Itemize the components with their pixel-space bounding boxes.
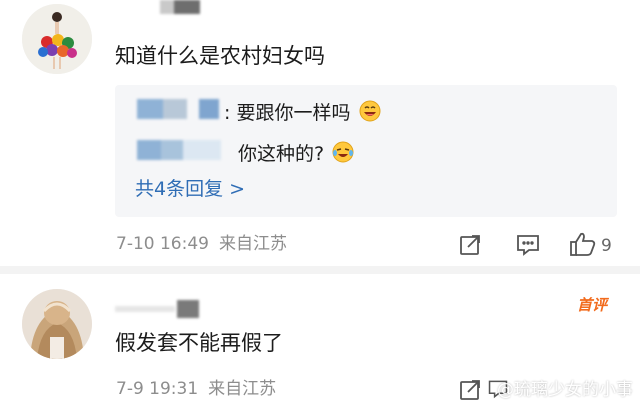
reply-line: 你这种的? [238,141,354,167]
view-all-replies-link[interactable]: 共4条回复 > [135,180,245,199]
reply-username-blurred[interactable] [137,97,222,119]
user-avatar-image [22,289,92,359]
comment-text: 假发套不能再假了 [115,331,283,355]
avatar[interactable] [22,4,92,74]
like-icon[interactable] [569,231,597,257]
watermark: @琉璃少女的小事 [497,380,633,400]
comment-meta: 7-9 19:31 来自江苏 [116,381,286,398]
avatar[interactable] [22,289,92,359]
reply-username-blurred[interactable] [137,139,227,161]
user-avatar-image [22,4,92,74]
laughing-face-icon [359,100,381,126]
comment-date: 7-10 16:49 [116,234,209,254]
first-comment-badge: 首评 [577,296,608,314]
comment-icon[interactable] [515,233,541,257]
comment-text: 知道什么是农村妇女吗 [115,44,325,68]
divider [0,266,640,274]
reply-text: 你这种的? [238,143,325,165]
share-icon[interactable] [458,378,482,402]
reply-text: : 要跟你一样吗 [224,102,351,124]
share-icon[interactable] [458,233,482,257]
username-blurred[interactable] [115,300,203,318]
username-blurred[interactable] [160,0,200,14]
comment-date: 7-9 19:31 [116,379,199,399]
comment-location: 来自江苏 [208,379,277,399]
like-count: 9 [601,236,612,256]
reply-line: : 要跟你一样吗 [224,100,381,126]
comment-location: 来自江苏 [218,234,287,254]
comment-meta: 7-10 16:49 来自江苏 [116,236,297,253]
tears-of-joy-icon [332,141,354,167]
